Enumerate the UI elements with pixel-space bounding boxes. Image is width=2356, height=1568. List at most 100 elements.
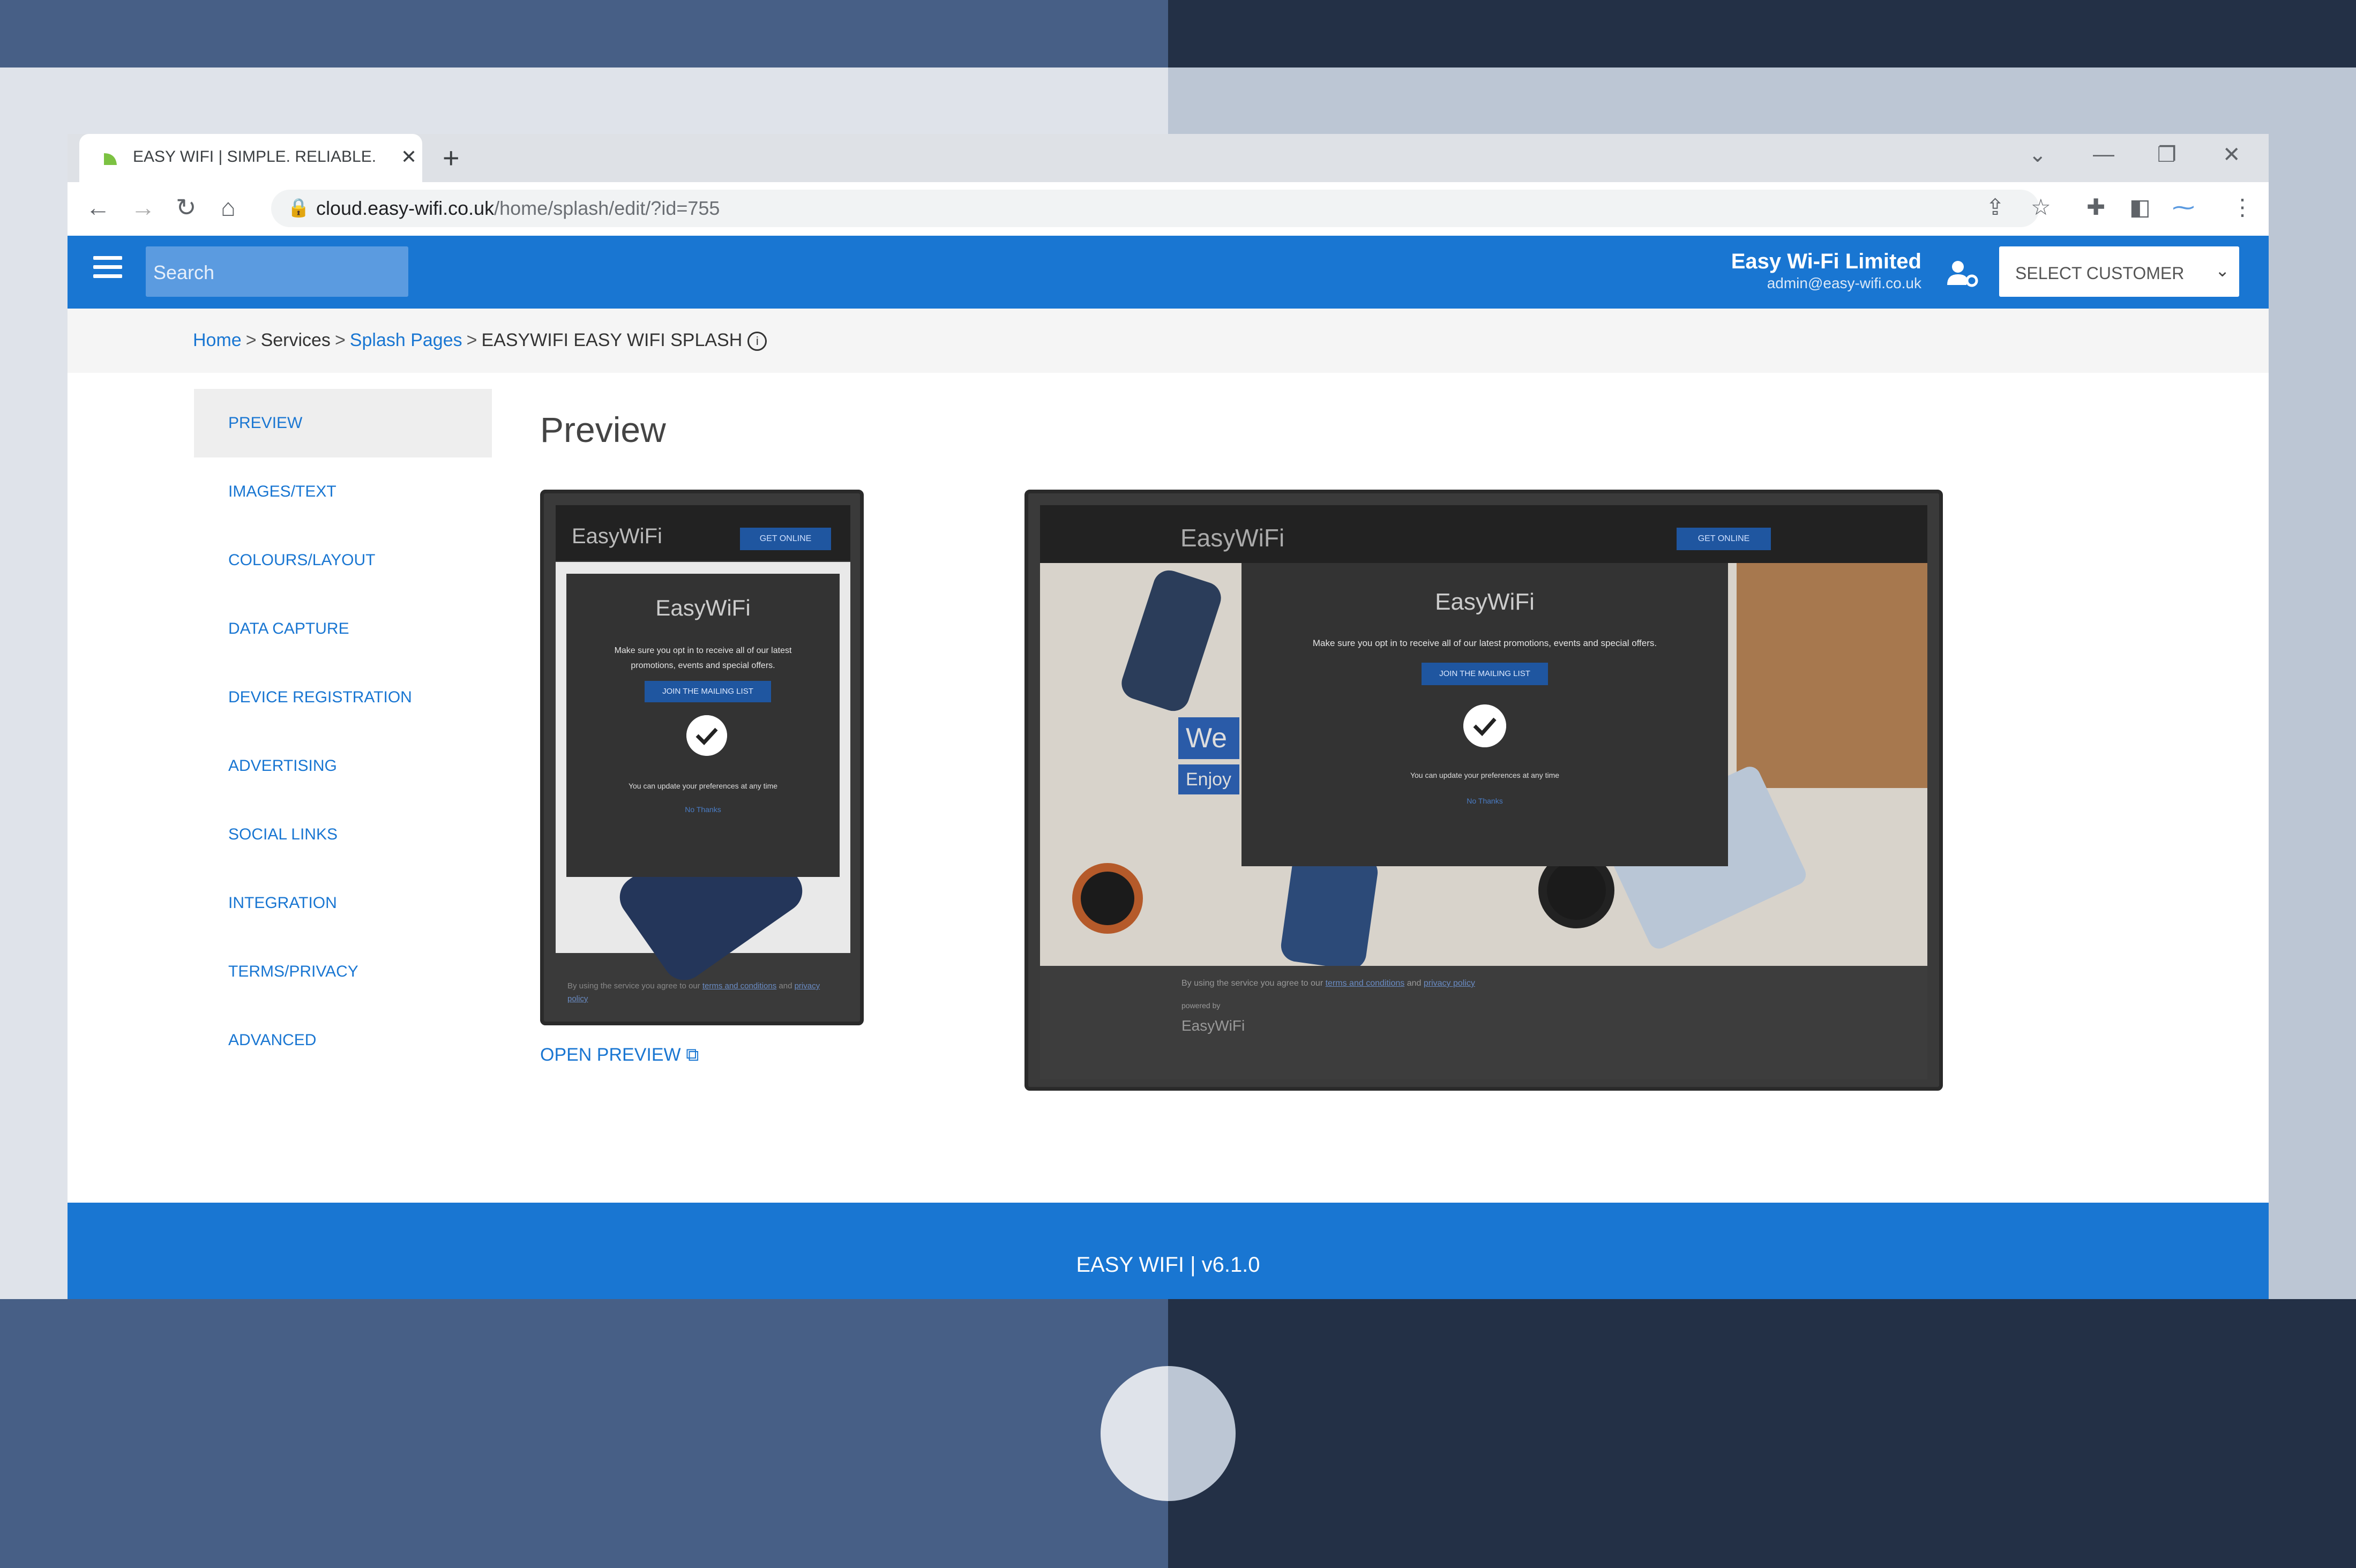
coffee-cup-image [1072, 863, 1143, 934]
powered-by-logo: EasyWiFi [1181, 1017, 1245, 1034]
restore-button[interactable]: ❐ [2157, 142, 2177, 167]
splash-header: EasyWiFi GET ONLINE [556, 505, 850, 561]
splash-modal: EasyWiFi Make sure you opt in to receive… [1241, 563, 1728, 866]
get-online-button: GET ONLINE [740, 528, 831, 550]
tab-title: EASY WIFI | SIMPLE. RELIABLE. SI [133, 148, 379, 166]
sidebar-item-images-text[interactable]: IMAGES/TEXT [194, 457, 492, 526]
sidebar-item-terms-privacy[interactable]: TERMS/PRIVACY [194, 937, 492, 1006]
splash-footer: By using the service you agree to our te… [1040, 966, 1927, 1079]
search-placeholder: Search [153, 261, 215, 283]
checkmark-icon [1463, 704, 1506, 747]
company-email: admin@easy-wifi.co.uk [1767, 275, 1921, 291]
terms-and: and [779, 981, 792, 991]
side-panel-icon[interactable]: ◧ [2129, 194, 2151, 220]
minimize-button[interactable]: — [2093, 142, 2114, 167]
url-text: cloud.easy-wifi.co.uk/home/splash/edit/?… [316, 197, 720, 219]
breadcrumb-bar: Home > Services > Splash Pages > EASYWIFI EASY… [68, 309, 2269, 373]
wifi-favicon-icon [104, 153, 117, 165]
get-online-button: GET ONLINE [1677, 528, 1771, 550]
checkmark-icon [686, 715, 727, 756]
background-band [0, 0, 1168, 67]
sidebar-item-social-links[interactable]: SOCIAL LINKS [194, 800, 492, 869]
tab-search-icon[interactable]: ⌄ [2029, 142, 2047, 167]
menu-kebab-icon[interactable]: ⋮ [2231, 194, 2254, 220]
new-tab-button[interactable]: + [443, 141, 460, 175]
sidebar-item-data-capture[interactable]: DATA CAPTURE [194, 595, 492, 663]
welcome-banner: We [1178, 717, 1239, 759]
terms-link: terms and conditions [702, 981, 777, 991]
enjoy-banner: Enjoy [1178, 764, 1239, 794]
address-bar: ← → ↻ ⌂ 🔒 cloud.easy-wifi.co.uk/home/spl… [68, 182, 2269, 236]
select-customer-value: SELECT CUSTOMER [2015, 264, 2185, 283]
browser-window: EASY WIFI | SIMPLE. RELIABLE. SI ✕ + ⌄ —… [68, 134, 2269, 1299]
reload-icon[interactable]: ↻ [176, 193, 197, 222]
breadcrumb: Home > Services > Splash Pages > EASYWIFI EASY… [193, 330, 767, 351]
sidebar-item-advanced[interactable]: ADVANCED [194, 1006, 492, 1075]
company-name: Easy Wi-Fi Limited [1731, 250, 1921, 273]
breadcrumb-home[interactable]: Home [193, 330, 242, 350]
splash-modal: EasyWiFi Make sure you opt in to receive… [566, 574, 840, 877]
sidebar-item-integration[interactable]: INTEGRATION [194, 869, 492, 937]
phone-image [1117, 566, 1225, 715]
splash-modal-logo: EasyWiFi [655, 595, 751, 620]
sidebar-item-advertising[interactable]: ADVERTISING [194, 732, 492, 800]
lock-icon: 🔒 [287, 198, 310, 218]
background-band [1168, 1299, 2356, 1568]
tab-strip: EASY WIFI | SIMPLE. RELIABLE. SI ✕ + ⌄ —… [68, 134, 2269, 182]
join-mailing-list-button: JOIN THE MAILING LIST [1422, 663, 1548, 685]
powered-by-label: powered by [1181, 1001, 1221, 1010]
desktop-preview: We Enjoy EasyWiFi GET ONLINE EasyWiFi Ma… [1024, 490, 1943, 1091]
splash-terms-text: By using the service you agree to our te… [567, 980, 835, 1006]
app-header: Search Easy Wi-Fi Limited admin@easy-wif… [68, 236, 2269, 309]
open-preview-link[interactable]: OPEN PREVIEW ⧉ [540, 1045, 699, 1066]
background-band [1168, 0, 2356, 67]
splash-logo: EasyWiFi [572, 524, 662, 548]
no-thanks-link: No Thanks [1467, 797, 1503, 805]
sidebar-item-device-registration[interactable]: DEVICE REGISTRATION [194, 663, 492, 732]
hamburger-menu-icon[interactable] [93, 256, 122, 285]
splash-header: EasyWiFi GET ONLINE [1040, 505, 1927, 563]
search-input[interactable]: Search [146, 246, 408, 297]
breadcrumb-separator: > [245, 330, 257, 350]
info-icon[interactable]: i [747, 332, 767, 351]
terms-intro: By using the service you agree to our [567, 981, 700, 991]
sidebar-nav: PREVIEW IMAGES/TEXT COLOURS/LAYOUT DATA … [194, 389, 492, 1075]
user-settings-icon[interactable] [1946, 259, 1978, 287]
external-link-icon: ⧉ [686, 1045, 699, 1065]
home-icon[interactable]: ⌂ [221, 193, 236, 222]
extensions-icon[interactable]: ✚ [2086, 194, 2105, 220]
forward-icon[interactable]: → [131, 193, 155, 222]
update-preferences-note: You can update your preferences at any t… [628, 782, 778, 790]
share-icon[interactable]: ⇪ [1986, 194, 2005, 220]
url-field[interactable]: 🔒 cloud.easy-wifi.co.uk/home/splash/edit… [271, 190, 2039, 227]
mobile-preview: EasyWiFi GET ONLINE EasyWiFi Make sure y… [540, 490, 864, 1025]
splash-terms-text: By using the service you agree to our te… [1181, 979, 1475, 988]
folder-image [1737, 563, 1927, 788]
breadcrumb-services: Services [260, 330, 331, 350]
update-preferences-note: You can update your preferences at any t… [1410, 771, 1560, 779]
sidebar-item-colours-layout[interactable]: COLOURS/LAYOUT [194, 526, 492, 595]
close-window-button[interactable]: ✕ [2223, 142, 2241, 167]
bookmark-star-icon[interactable]: ☆ [2031, 194, 2051, 220]
privacy-link: privacy policy [1423, 979, 1475, 988]
chevron-down-icon: ⌄ [2215, 261, 2230, 280]
terms-link: terms and conditions [1325, 979, 1405, 988]
terms-intro: By using the service you agree to our [1181, 979, 1323, 988]
breadcrumb-separator: > [334, 330, 346, 350]
decorative-circle [1101, 1366, 1236, 1501]
splash-message: Make sure you opt in to receive all of o… [1312, 638, 1657, 648]
back-icon[interactable]: ← [86, 193, 110, 222]
sidebar-item-preview[interactable]: PREVIEW [194, 389, 492, 457]
background-band [0, 1299, 1168, 1568]
page-footer: EASY WIFI | v6.1.0 [68, 1203, 2269, 1299]
breadcrumb-splash-pages[interactable]: Splash Pages [350, 330, 462, 350]
profile-icon[interactable]: ⁓ [2172, 194, 2195, 220]
join-mailing-list-button: JOIN THE MAILING LIST [645, 681, 771, 702]
terms-and: and [1407, 979, 1422, 988]
browser-tab[interactable]: EASY WIFI | SIMPLE. RELIABLE. SI ✕ [79, 134, 422, 182]
select-customer-dropdown[interactable]: SELECT CUSTOMER ⌄ [1999, 246, 2239, 297]
no-thanks-link: No Thanks [685, 805, 721, 814]
close-tab-icon[interactable]: ✕ [401, 146, 417, 168]
footer-version: EASY WIFI | v6.1.0 [1076, 1253, 1260, 1277]
breadcrumb-separator: > [466, 330, 477, 350]
